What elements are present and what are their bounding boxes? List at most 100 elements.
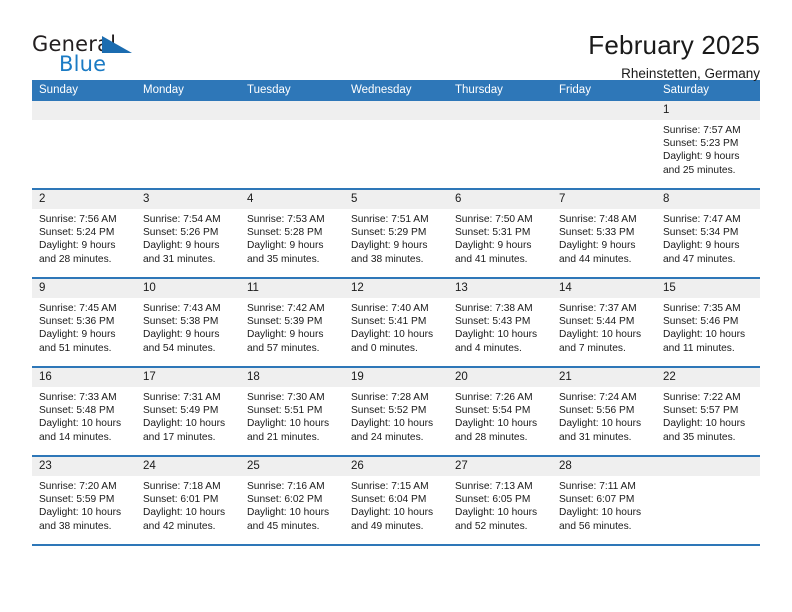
- logo-word-blue: Blue: [59, 52, 107, 76]
- sunset-text: Sunset: 5:41 PM: [351, 316, 427, 328]
- page-title: February 2025: [588, 30, 760, 60]
- day-cell-1[interactable]: 1 Sunrise: 7:57 AM Sunset: 5:23 PM Daylight…: [656, 101, 760, 188]
- daylight-text: Daylight: 10 hours: [455, 507, 538, 519]
- day-cell-2[interactable]: 2 Sunrise: 7:56 AM Sunset: 5:24 PM Daylight…: [32, 190, 136, 277]
- day-number: 16: [32, 368, 136, 387]
- day-number: [552, 101, 656, 120]
- day-cell-empty: [32, 101, 136, 188]
- daylight-text: Daylight: 10 hours: [39, 507, 122, 519]
- calendar-page: General Blue February 2025 Rheinstetten,…: [0, 0, 792, 612]
- sunrise-text: Sunrise: 7:16 AM: [247, 481, 325, 492]
- day-details: Sunrise: 7:42 AM Sunset: 5:39 PM Daylight:…: [240, 298, 344, 355]
- daylight-text: and 49 minutes.: [351, 520, 424, 532]
- day-details: Sunrise: 7:53 AM Sunset: 5:28 PM Daylight:…: [240, 209, 344, 266]
- sunset-text: Sunset: 5:52 PM: [351, 405, 427, 417]
- day-cell-14[interactable]: 14 Sunrise: 7:37 AM Sunset: 5:44 PM Dayligh…: [552, 279, 656, 366]
- daylight-text: Daylight: 10 hours: [559, 329, 642, 341]
- day-cell-21[interactable]: 21 Sunrise: 7:24 AM Sunset: 5:56 PM Dayligh…: [552, 368, 656, 455]
- day-number: 5: [344, 190, 448, 209]
- day-cell-27[interactable]: 27 Sunrise: 7:13 AM Sunset: 6:05 PM Dayligh…: [448, 457, 552, 544]
- sunrise-text: Sunrise: 7:56 AM: [39, 214, 117, 225]
- day-number: 1: [656, 101, 760, 120]
- day-details: Sunrise: 7:40 AM Sunset: 5:41 PM Daylight:…: [344, 298, 448, 355]
- title-block: February 2025 Rheinstetten, Germany: [588, 30, 760, 84]
- calendar-grid: Sunday Monday Tuesday Wednesday Thursday Frid…: [32, 80, 760, 546]
- day-number: [448, 101, 552, 120]
- sunset-text: Sunset: 5:26 PM: [143, 227, 219, 239]
- day-cell-11[interactable]: 11 Sunrise: 7:42 AM Sunset: 5:39 PM Dayligh…: [240, 279, 344, 366]
- day-cell-3[interactable]: 3 Sunrise: 7:54 AM Sunset: 5:26 PM Daylight…: [136, 190, 240, 277]
- day-cell-15[interactable]: 15 Sunrise: 7:35 AM Sunset: 5:46 PM Dayligh…: [656, 279, 760, 366]
- day-number: 18: [240, 368, 344, 387]
- day-details: Sunrise: 7:26 AM Sunset: 5:54 PM Daylight:…: [448, 387, 552, 444]
- sunset-text: Sunset: 5:28 PM: [247, 227, 323, 239]
- day-cell-10[interactable]: 10 Sunrise: 7:43 AM Sunset: 5:38 PM Dayligh…: [136, 279, 240, 366]
- daylight-text: Daylight: 9 hours: [39, 329, 116, 341]
- day-cell-5[interactable]: 5 Sunrise: 7:51 AM Sunset: 5:29 PM Daylight…: [344, 190, 448, 277]
- day-details: [344, 120, 448, 124]
- sunset-text: Sunset: 6:07 PM: [559, 494, 635, 506]
- day-cell-9[interactable]: 9 Sunrise: 7:45 AM Sunset: 5:36 PM Daylight…: [32, 279, 136, 366]
- daylight-text: Daylight: 10 hours: [143, 418, 226, 430]
- day-details: [32, 120, 136, 124]
- day-cell-26[interactable]: 26 Sunrise: 7:15 AM Sunset: 6:04 PM Dayligh…: [344, 457, 448, 544]
- sunrise-text: Sunrise: 7:18 AM: [143, 481, 221, 492]
- sunrise-text: Sunrise: 7:37 AM: [559, 303, 637, 314]
- day-number: 20: [448, 368, 552, 387]
- sunset-text: Sunset: 5:59 PM: [39, 494, 115, 506]
- day-details: Sunrise: 7:57 AM Sunset: 5:23 PM Daylight:…: [656, 120, 760, 177]
- sunrise-text: Sunrise: 7:43 AM: [143, 303, 221, 314]
- day-number: 9: [32, 279, 136, 298]
- day-number: 7: [552, 190, 656, 209]
- day-cell-4[interactable]: 4 Sunrise: 7:53 AM Sunset: 5:28 PM Daylight…: [240, 190, 344, 277]
- calendar-week-row: 23 Sunrise: 7:20 AM Sunset: 5:59 PM Dayligh…: [32, 457, 760, 546]
- day-cell-24[interactable]: 24 Sunrise: 7:18 AM Sunset: 6:01 PM Dayligh…: [136, 457, 240, 544]
- daylight-text: Daylight: 10 hours: [559, 507, 642, 519]
- daylight-text: Daylight: 10 hours: [455, 329, 538, 341]
- day-cell-8[interactable]: 8 Sunrise: 7:47 AM Sunset: 5:34 PM Daylight…: [656, 190, 760, 277]
- sunset-text: Sunset: 5:33 PM: [559, 227, 635, 239]
- day-cell-23[interactable]: 23 Sunrise: 7:20 AM Sunset: 5:59 PM Dayligh…: [32, 457, 136, 544]
- day-number: 25: [240, 457, 344, 476]
- sunrise-text: Sunrise: 7:40 AM: [351, 303, 429, 314]
- day-cell-19[interactable]: 19 Sunrise: 7:28 AM Sunset: 5:52 PM Dayligh…: [344, 368, 448, 455]
- day-cell-7[interactable]: 7 Sunrise: 7:48 AM Sunset: 5:33 PM Daylight…: [552, 190, 656, 277]
- day-number: 14: [552, 279, 656, 298]
- day-details: Sunrise: 7:28 AM Sunset: 5:52 PM Daylight:…: [344, 387, 448, 444]
- daylight-text: Daylight: 9 hours: [559, 240, 636, 252]
- day-cell-17[interactable]: 17 Sunrise: 7:31 AM Sunset: 5:49 PM Dayligh…: [136, 368, 240, 455]
- daylight-text: and 52 minutes.: [455, 520, 528, 532]
- day-number: 28: [552, 457, 656, 476]
- calendar-week-row: 9 Sunrise: 7:45 AM Sunset: 5:36 PM Daylight…: [32, 279, 760, 368]
- day-cell-22[interactable]: 22 Sunrise: 7:22 AM Sunset: 5:57 PM Dayligh…: [656, 368, 760, 455]
- general-blue-logo[interactable]: General Blue: [32, 30, 152, 84]
- day-details: Sunrise: 7:16 AM Sunset: 6:02 PM Daylight:…: [240, 476, 344, 533]
- sunrise-text: Sunrise: 7:26 AM: [455, 392, 533, 403]
- day-details: Sunrise: 7:22 AM Sunset: 5:57 PM Daylight:…: [656, 387, 760, 444]
- day-number: [344, 101, 448, 120]
- daylight-text: and 25 minutes.: [663, 164, 736, 176]
- daylight-text: and 41 minutes.: [455, 253, 528, 265]
- day-cell-12[interactable]: 12 Sunrise: 7:40 AM Sunset: 5:41 PM Dayligh…: [344, 279, 448, 366]
- day-cell-25[interactable]: 25 Sunrise: 7:16 AM Sunset: 6:02 PM Dayligh…: [240, 457, 344, 544]
- day-cell-20[interactable]: 20 Sunrise: 7:26 AM Sunset: 5:54 PM Dayligh…: [448, 368, 552, 455]
- day-number: 4: [240, 190, 344, 209]
- day-cell-18[interactable]: 18 Sunrise: 7:30 AM Sunset: 5:51 PM Dayligh…: [240, 368, 344, 455]
- day-number: 3: [136, 190, 240, 209]
- sunset-text: Sunset: 5:44 PM: [559, 316, 635, 328]
- sunrise-text: Sunrise: 7:35 AM: [663, 303, 741, 314]
- sunrise-text: Sunrise: 7:22 AM: [663, 392, 741, 403]
- sunrise-text: Sunrise: 7:11 AM: [559, 481, 636, 492]
- calendar-week-row: 1 Sunrise: 7:57 AM Sunset: 5:23 PM Daylight…: [32, 101, 760, 190]
- sunrise-text: Sunrise: 7:47 AM: [663, 214, 741, 225]
- day-cell-13[interactable]: 13 Sunrise: 7:38 AM Sunset: 5:43 PM Dayligh…: [448, 279, 552, 366]
- day-cell-16[interactable]: 16 Sunrise: 7:33 AM Sunset: 5:48 PM Dayligh…: [32, 368, 136, 455]
- day-cell-6[interactable]: 6 Sunrise: 7:50 AM Sunset: 5:31 PM Daylight…: [448, 190, 552, 277]
- sunset-text: Sunset: 6:05 PM: [455, 494, 531, 506]
- sunset-text: Sunset: 5:31 PM: [455, 227, 531, 239]
- daylight-text: Daylight: 10 hours: [143, 507, 226, 519]
- day-details: [240, 120, 344, 124]
- day-number: 17: [136, 368, 240, 387]
- day-cell-28[interactable]: 28 Sunrise: 7:11 AM Sunset: 6:07 PM Dayligh…: [552, 457, 656, 544]
- sunset-text: Sunset: 5:23 PM: [663, 138, 739, 150]
